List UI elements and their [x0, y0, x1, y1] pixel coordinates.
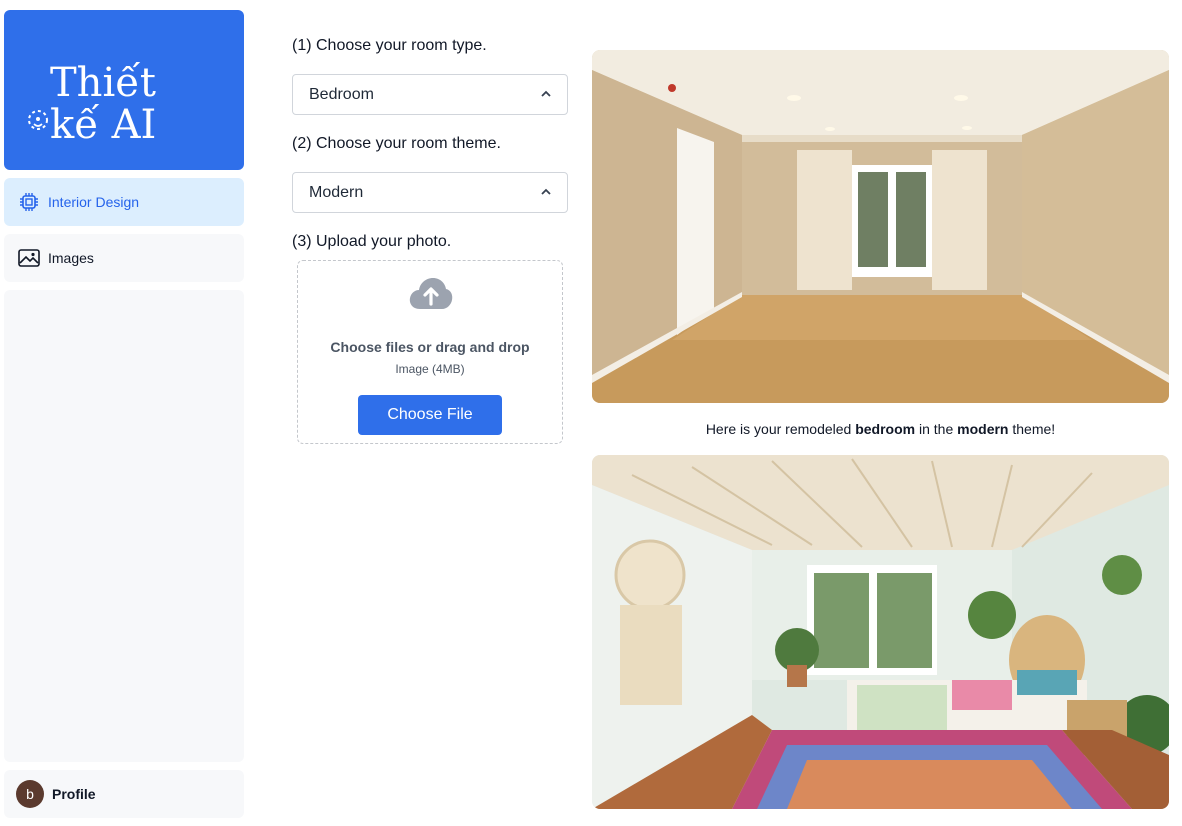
upload-title: Choose files or drag and drop — [330, 339, 530, 355]
room-type-value: Bedroom — [309, 85, 374, 103]
choose-file-button[interactable]: Choose File — [358, 395, 502, 435]
app-logo[interactable]: Thiết kế AI — [4, 10, 244, 170]
sidebar-empty-area — [4, 290, 244, 762]
sidebar-item-interior-design[interactable]: Interior Design — [4, 178, 244, 226]
cloud-upload-icon — [409, 278, 453, 309]
profile-button[interactable]: b Profile — [4, 770, 244, 818]
profile-label: Profile — [52, 786, 96, 802]
result-caption: Here is your remodeled bedroom in the mo… — [592, 421, 1169, 437]
step-2-label: (2) Choose your room theme. — [292, 135, 501, 152]
original-room-photo — [592, 50, 1169, 403]
image-icon — [18, 247, 40, 269]
caption-theme: modern — [957, 421, 1009, 437]
caption-suffix: theme! — [1008, 421, 1056, 437]
cpu-chip-icon — [18, 191, 40, 213]
upload-dropzone[interactable]: Choose files or drag and drop Image (4MB… — [297, 260, 563, 444]
step-3-label: (3) Upload your photo. — [292, 233, 452, 250]
room-theme-select[interactable]: Modern — [292, 172, 568, 213]
logo-text: Thiết kế AI — [50, 62, 156, 146]
room-theme-value: Modern — [309, 183, 364, 201]
sidebar-item-images[interactable]: Images — [4, 234, 244, 282]
logo-line-1: Thiết — [50, 60, 156, 106]
caption-prefix: Here is your remodeled — [705, 421, 856, 437]
avatar: b — [16, 780, 44, 808]
remodeled-room-photo — [592, 455, 1169, 809]
room-type-select[interactable]: Bedroom — [292, 74, 568, 115]
logo-line-2: kế AI — [50, 102, 157, 148]
chevron-up-icon — [541, 188, 551, 195]
caption-room: bedroom — [855, 421, 916, 437]
chevron-up-icon — [541, 90, 551, 97]
step-1-label: (1) Choose your room type. — [292, 37, 487, 54]
upload-subtitle: Image (4MB) — [395, 362, 465, 376]
caption-mid: in the — [915, 421, 958, 437]
sidebar-item-label: Images — [48, 250, 94, 266]
sidebar-item-label: Interior Design — [48, 194, 140, 210]
